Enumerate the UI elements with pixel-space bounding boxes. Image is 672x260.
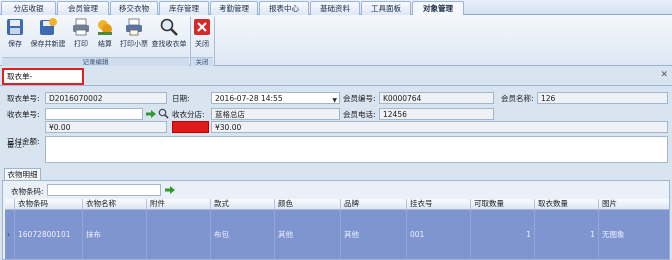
document-tab[interactable]: 取衣单-D2016070002 [2,68,84,94]
settle-label: 结算 [98,40,112,48]
ribbon-toolbar: 保存 保存并新建 打印 结算 打印小票 查找收衣单 关闭 记录编辑 关闭 [0,15,672,66]
tab-attendance-management[interactable]: 考勤管理 [210,1,258,15]
tab-object-management[interactable]: 对象管理 [412,1,464,16]
cell-take-qty[interactable]: 1 [535,210,599,259]
order-form: 取衣单号: D2016070002 日期: 2016-07-28 14:55 ▼… [0,86,672,166]
receipt-no-label: 收衣单号: [7,110,40,119]
close-icon [194,19,210,35]
print-button[interactable]: 打印 [70,17,92,57]
unpaid-amount-field[interactable]: ¥30.00 [211,121,668,133]
print-receipt-button[interactable]: 打印小票 [118,17,150,57]
find-receipt-label: 查找收衣单 [151,40,187,48]
tab-inventory-management[interactable]: 库存管理 [159,1,209,15]
col-header-available-qty[interactable]: 可取数量 [471,199,535,210]
phone-label: 会员电话: [343,110,376,119]
cell-brand[interactable]: 其他 [341,210,407,259]
col-header-picture[interactable]: 图片 [599,199,669,210]
tab-transfer-clothes[interactable]: 移交衣物 [110,1,158,15]
save-and-new-label: 保存并新建 [30,40,66,48]
cell-available-qty[interactable]: 1 [471,210,535,259]
find-receipt-button[interactable]: 查找收衣单 [150,17,188,57]
col-header-style[interactable]: 款式 [211,199,275,210]
save-and-new-button[interactable]: 保存并新建 [28,17,68,57]
row-selector-icon[interactable]: › [5,210,15,259]
print-receipt-label: 打印小票 [120,40,148,48]
col-header-color[interactable]: 颜色 [275,199,341,210]
order-no-label: 取衣单号: [7,94,40,103]
tab-report-center[interactable]: 报表中心 [259,1,309,15]
col-header-brand[interactable]: 品牌 [341,199,407,210]
remark-field[interactable] [45,136,668,163]
add-barcode-arrow-icon[interactable] [164,185,176,195]
print-receipt-icon [126,18,142,36]
save-icon [7,19,23,35]
barcode-input[interactable] [47,184,161,196]
col-header-barcode[interactable]: 衣物条码 [15,199,83,210]
member-no-field[interactable]: K0000764 [379,92,494,104]
ribbon-group-separator [214,17,215,66]
order-no-field[interactable]: D2016070002 [45,92,167,104]
date-label: 日期: [172,94,190,103]
tab-member-management[interactable]: 会员管理 [57,1,109,15]
search-icon [160,18,178,36]
tab-basic-data[interactable]: 基础资料 [310,1,360,15]
print-icon [73,18,89,36]
paid-amount-field[interactable]: ¥0.00 [45,121,167,133]
tab-tools-panel[interactable]: 工具面板 [361,1,411,15]
tab-clothing-detail[interactable]: 衣物明细 [4,168,41,180]
barcode-label: 衣物条码: [11,187,44,196]
date-value: 2016-07-28 14:55 [215,94,283,103]
branch-field[interactable]: 蓝格总店 [211,108,340,120]
search-receipt-icon[interactable] [158,108,169,119]
save-button[interactable]: 保存 [4,17,26,57]
go-arrow-icon[interactable] [145,109,157,119]
table-row[interactable]: › 16072800101 抹布 布包 其他 其他 001 1 1 无图象 [5,210,669,259]
print-label: 打印 [74,40,88,48]
tab-store-cashier[interactable]: 分店收银 [1,1,56,15]
group-caption-edit: 记录编辑 [2,57,189,66]
settle-button[interactable]: 结算 [94,17,116,57]
col-header-take-qty[interactable]: 取衣数量 [535,199,599,210]
cell-color[interactable]: 其他 [275,210,341,259]
cell-style[interactable]: 布包 [211,210,275,259]
group-caption-close: 关闭 [191,57,213,66]
phone-field[interactable]: 12456 [379,108,494,120]
document-tab-strip: 取衣单-D2016070002 ✕ [0,66,672,94]
cell-attachment[interactable] [147,210,211,259]
clothing-detail-panel: 衣物条码: 衣物条码 衣物名称 附件 款式 颜色 品牌 挂衣号 可取数量 取衣数… [2,180,670,260]
close-button[interactable]: 关闭 [192,17,212,57]
member-name-label: 会员名称: [501,94,534,103]
remark-label: 备注: [7,140,25,149]
cell-hanger[interactable]: 001 [407,210,471,259]
close-document-icon[interactable]: ✕ [660,70,668,80]
grid-header: 衣物条码 衣物名称 附件 款式 颜色 品牌 挂衣号 可取数量 取衣数量 图片 [5,199,669,210]
save-new-icon [40,18,57,35]
col-header-name[interactable]: 衣物名称 [83,199,147,210]
col-header-attachment[interactable]: 附件 [147,199,211,210]
cell-name[interactable]: 抹布 [83,210,147,259]
member-name-field[interactable]: 126 [537,92,668,104]
cell-picture[interactable]: 无图象 [599,210,669,259]
settle-icon [98,20,112,35]
member-no-label: 会员编号: [343,94,376,103]
chevron-down-icon[interactable]: ▼ [332,95,337,103]
unpaid-amount-label: 未付金额: [172,121,209,133]
col-header-hanger[interactable]: 挂衣号 [407,199,471,210]
receipt-no-field[interactable] [45,108,143,120]
branch-label: 收衣分店: [172,110,205,119]
menu-bar: 分店收银 会员管理 移交衣物 库存管理 考勤管理 报表中心 基础资料 工具面板 … [0,0,672,16]
close-label: 关闭 [195,40,209,48]
save-label: 保存 [8,40,22,48]
cell-barcode[interactable]: 16072800101 [15,210,83,259]
row-indicator-header [5,199,15,210]
date-field[interactable]: 2016-07-28 14:55 ▼ [211,92,340,104]
detail-tab-strip: 衣物明细 [0,167,672,180]
